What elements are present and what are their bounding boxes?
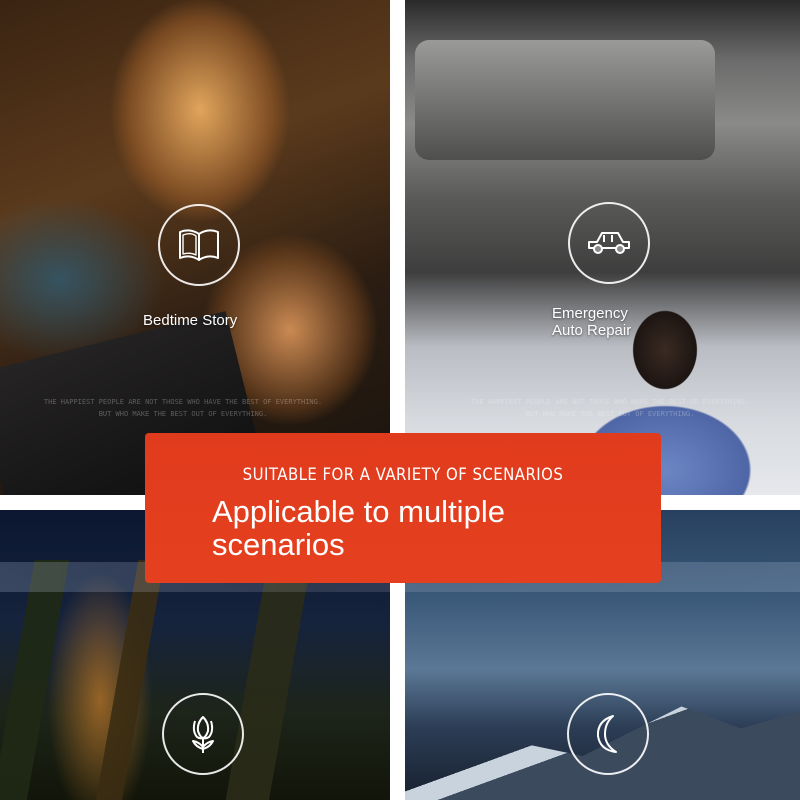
fine-print-line2: BUT WHO MAKE THE BEST OUT OF EVERYTHING.	[98, 410, 268, 418]
fine-print-right: THE HAPPIEST PEOPLE ARE NOT THOSE WHO HA…	[455, 396, 765, 420]
emergency-auto-repair-label-line1: Emergency	[552, 305, 628, 322]
car-underside-shape	[415, 40, 715, 160]
emergency-auto-repair-label-line2: Auto Repair	[552, 322, 632, 339]
banner-title-line1: Applicable to multiple	[212, 494, 505, 529]
bedtime-story-label: Bedtime Story	[143, 312, 238, 329]
tulip-icon	[162, 693, 244, 775]
fine-print-line2: BUT WHO MAKE THE BEST OUT OF EVERYTHING.	[525, 410, 695, 418]
car-icon	[568, 202, 650, 284]
fine-print-line1: THE HAPPIEST PEOPLE ARE NOT THOSE WHO HA…	[43, 398, 323, 406]
crescent-moon-icon	[567, 693, 649, 775]
banner-title: Applicable to multiple scenarios	[212, 495, 632, 561]
scenarios-banner: SUITABLE FOR A VARIETY OF SCENARIOS Appl…	[145, 433, 661, 583]
emergency-auto-repair-label: Emergency Auto Repair	[552, 305, 662, 339]
fine-print-left: THE HAPPIEST PEOPLE ARE NOT THOSE WHO HA…	[28, 396, 338, 420]
banner-title-line2: scenarios	[212, 527, 345, 562]
banner-subtitle: SUITABLE FOR A VARIETY OF SCENARIOS	[242, 465, 564, 485]
open-book-icon	[158, 204, 240, 286]
fine-print-line1: THE HAPPIEST PEOPLE ARE NOT THOSE WHO HA…	[470, 398, 750, 406]
